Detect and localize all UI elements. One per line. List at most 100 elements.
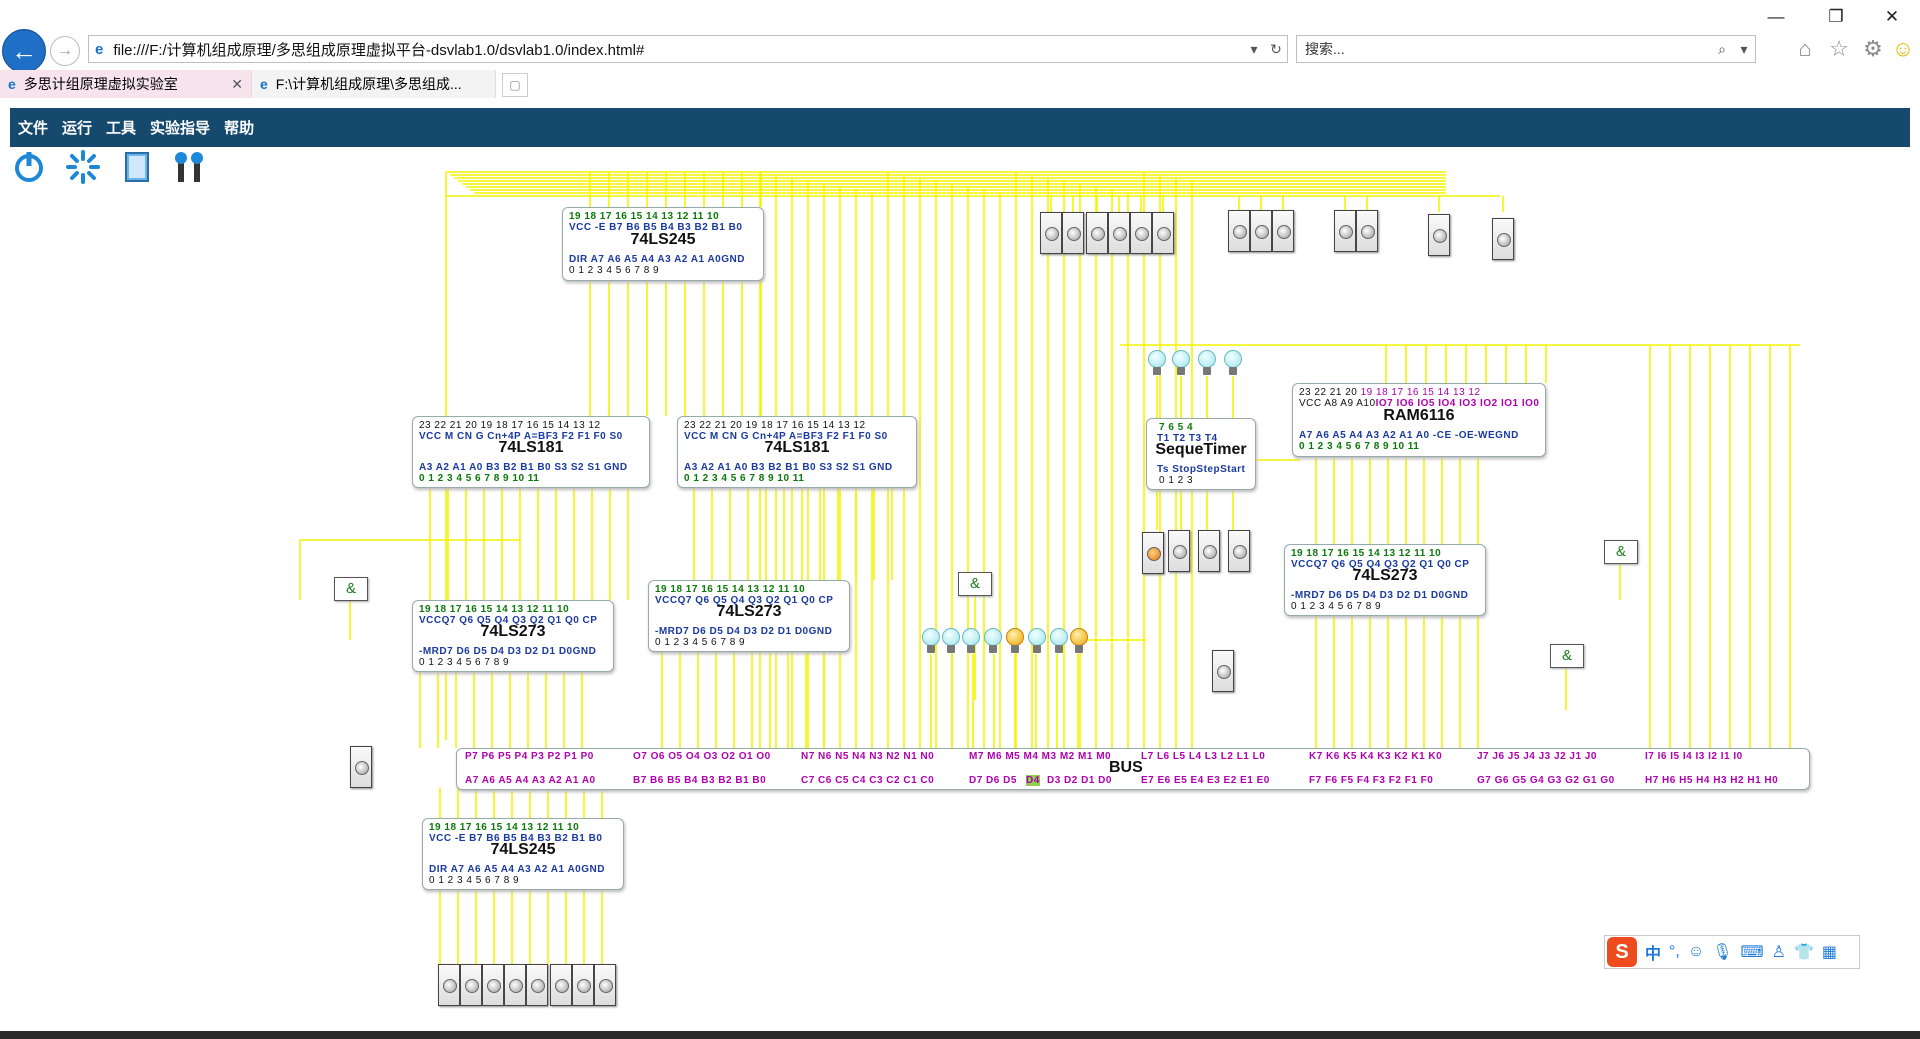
bus-component[interactable]: P7 P6 P5 P4 P3 P2 P1 P0 O7 O6 O5 O4 O3 O… [456, 748, 1810, 790]
bus-group-e: E7 E6 E5 E4 E3 E2 E1 E0 [1141, 775, 1270, 786]
menu-file[interactable]: 文件 [18, 117, 48, 138]
pin-numbers-a: 23 22 21 20 [1299, 387, 1358, 398]
input-switch[interactable] [550, 964, 572, 1006]
home-icon[interactable]: ⌂ [1792, 36, 1818, 62]
and-gate[interactable]: & [958, 572, 992, 596]
toggle-switch[interactable] [350, 746, 372, 788]
chip-74ls245-top[interactable]: 19 18 17 16 15 14 13 12 11 10 VCC -E B7 … [562, 207, 764, 281]
chip-ram6116[interactable]: 23 22 21 20 19 18 17 16 15 14 13 12 VCC … [1292, 383, 1546, 457]
chip-seque-timer[interactable]: 7 6 5 4 T1 T2 T3 T4 SequeTimer Ts StopSt… [1146, 418, 1256, 490]
tab-lab[interactable]: e 多思计组原理虚拟实验室 ✕ [0, 70, 252, 98]
back-button[interactable]: ← [2, 29, 46, 73]
bus-group-k: K7 K6 K5 K4 K3 K2 K1 K0 [1309, 751, 1443, 762]
search-icon[interactable]: ⌕ [1711, 41, 1733, 58]
tab-label: 多思计组原理虚拟实验室 [23, 76, 178, 92]
timer-step-switch[interactable] [1198, 530, 1220, 572]
search-dropdown-icon[interactable]: ▾ [1733, 41, 1755, 58]
output-bulb [962, 628, 980, 654]
smiley-feedback-icon[interactable]: ☺ [1890, 36, 1916, 62]
toggle-switch[interactable] [1062, 212, 1084, 254]
chip-title: 74LS181 [764, 439, 830, 456]
timer-start-switch[interactable] [1228, 530, 1250, 572]
pin-numbers: 0 1 2 3 4 5 6 7 8 9 10 11 [684, 473, 805, 484]
input-switch[interactable] [482, 964, 504, 1006]
bus-group-h: H7 H6 H5 H4 H3 H2 H1 H0 [1645, 775, 1779, 786]
pin-names: -MRD7 D6 D5 D4 D3 D2 D1 D0GND [1291, 590, 1469, 601]
toggle-switch[interactable] [1272, 210, 1294, 252]
and-gate[interactable]: & [334, 577, 368, 601]
input-switch[interactable] [526, 964, 548, 1006]
timer-ts-switch[interactable] [1142, 532, 1164, 574]
output-bulb [1028, 628, 1046, 654]
timer-bulb [1172, 350, 1190, 376]
emoji-icon[interactable]: ☺ [1688, 943, 1704, 961]
minimize-button[interactable]: — [1756, 4, 1796, 30]
input-switch[interactable] [438, 964, 460, 1006]
chip-74ls273-right[interactable]: 19 18 17 16 15 14 13 12 11 10 VCCQ7 Q6 Q… [1284, 544, 1486, 616]
pin-names: DIR A7 A6 A5 A4 A3 A2 A1 A0GND [569, 254, 745, 265]
toggle-switch[interactable] [1108, 212, 1130, 254]
grid-icon[interactable]: ▦ [1822, 942, 1837, 962]
input-switch[interactable] [504, 964, 526, 1006]
toggle-switch[interactable] [1152, 212, 1174, 254]
tab-folder[interactable]: e F:\计算机组成原理\多思组成... [252, 70, 496, 98]
search-box[interactable]: 搜索... ⌕ ▾ [1296, 35, 1756, 63]
restore-button[interactable]: ❐ [1816, 4, 1856, 30]
menu-run[interactable]: 运行 [62, 117, 92, 138]
skin-icon[interactable]: 👕 [1794, 942, 1814, 962]
punctuation-icon[interactable]: °, [1669, 943, 1680, 961]
search-input[interactable]: 搜索... [1297, 39, 1711, 59]
chip-74ls273-mid[interactable]: 19 18 17 16 15 14 13 12 11 10 VCCQ7 Q6 Q… [648, 580, 850, 652]
bus-group-l: L7 L6 L5 L4 L3 L2 L1 L0 [1141, 751, 1266, 762]
ime-lang[interactable]: 中 [1645, 940, 1661, 964]
refresh-icon[interactable]: ↻ [1265, 41, 1287, 58]
bus-line-d4-highlight[interactable]: D4 [1026, 775, 1040, 786]
address-bar[interactable]: e file:///F:/计算机组成原理/多思组成原理虚拟平台-dsvlab1.… [88, 35, 1288, 63]
toggle-switch[interactable] [1334, 210, 1356, 252]
chip-74ls181-right[interactable]: 23 22 21 20 19 18 17 16 15 14 13 12 VCC … [677, 416, 917, 488]
toggle-switch[interactable] [1212, 650, 1234, 692]
menu-guide[interactable]: 实验指导 [150, 117, 210, 138]
toggle-switch[interactable] [1428, 214, 1450, 256]
bus-group-j: J7 J6 J5 J4 J3 J2 J1 J0 [1477, 751, 1597, 762]
bus-group-a: A7 A6 A5 A4 A3 A2 A1 A0 [465, 775, 596, 786]
toggle-switch[interactable] [1086, 212, 1108, 254]
input-switch[interactable] [594, 964, 616, 1006]
bus-group-f: F7 F6 F5 F4 F3 F2 F1 F0 [1309, 775, 1434, 786]
bus-group-m: M7 M6 M5 M4 M3 M2 M1 M0 [969, 751, 1112, 762]
chip-74ls273-left[interactable]: 19 18 17 16 15 14 13 12 11 10 VCCQ7 Q6 Q… [412, 600, 614, 672]
toggle-switch[interactable] [1492, 218, 1514, 260]
and-gate[interactable]: & [1604, 540, 1638, 564]
tab-close-icon[interactable]: ✕ [231, 76, 243, 93]
toggle-switch[interactable] [1356, 210, 1378, 252]
microphone-icon[interactable]: 🎙 [1712, 942, 1732, 962]
ie-page-icon: e [95, 40, 104, 58]
favorites-star-icon[interactable]: ☆ [1826, 36, 1852, 62]
toggle-switch[interactable] [1228, 210, 1250, 252]
toggle-switch[interactable] [1250, 210, 1272, 252]
and-gate[interactable]: & [1550, 644, 1584, 668]
timer-stop-switch[interactable] [1168, 530, 1190, 572]
address-text[interactable]: file:///F:/计算机组成原理/多思组成原理虚拟平台-dsvlab1.0/… [113, 39, 1243, 60]
dropdown-icon[interactable]: ▾ [1243, 41, 1265, 58]
settings-gear-icon[interactable]: ⚙ [1860, 36, 1886, 62]
close-window-button[interactable]: ✕ [1872, 4, 1912, 30]
new-tab-button[interactable]: ▢ [502, 73, 528, 97]
user-icon[interactable]: ♙ [1772, 942, 1786, 962]
chip-74ls181-left[interactable]: 23 22 21 20 19 18 17 16 15 14 13 12 VCC … [412, 416, 650, 488]
ime-toolbar[interactable]: S 中 °, ☺ 🎙 ⌨ ♙ 👕 ▦ [1604, 935, 1860, 969]
output-bulb [922, 628, 940, 654]
toggle-switch[interactable] [1040, 212, 1062, 254]
keyboard-icon[interactable]: ⌨ [1741, 942, 1764, 962]
sogou-logo-icon[interactable]: S [1607, 937, 1637, 967]
input-switch[interactable] [572, 964, 594, 1006]
bus-label: BUS [1109, 759, 1143, 776]
menu-help[interactable]: 帮助 [224, 117, 254, 138]
input-switch[interactable] [460, 964, 482, 1006]
menu-tools[interactable]: 工具 [106, 117, 136, 138]
ie-tab-icon: e [260, 76, 268, 92]
forward-button[interactable]: → [50, 36, 80, 66]
chip-74ls245-bottom[interactable]: 19 18 17 16 15 14 13 12 11 10 VCC -E B7 … [422, 818, 624, 890]
toggle-switch[interactable] [1130, 212, 1152, 254]
pin-numbers: 0 1 2 3 [1159, 475, 1194, 486]
